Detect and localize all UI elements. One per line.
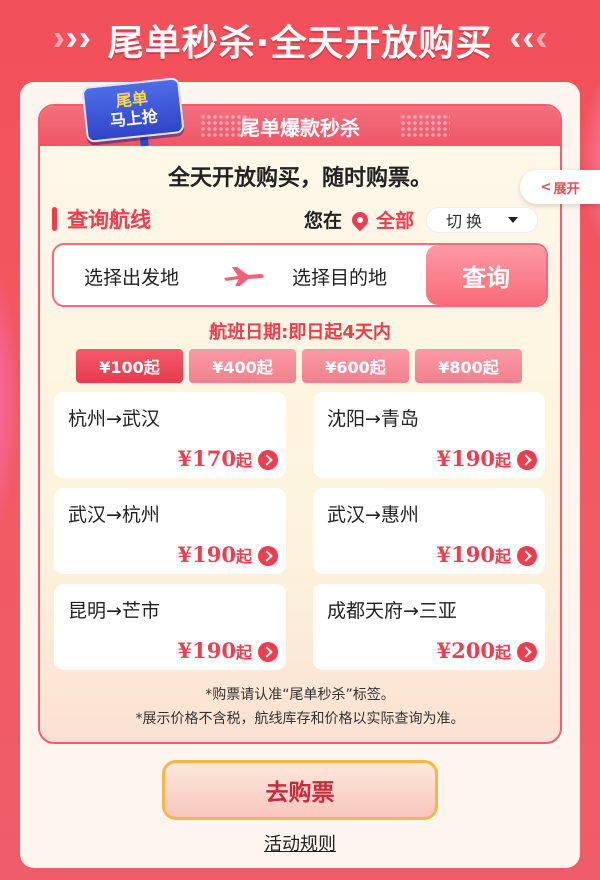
section-marker xyxy=(52,207,57,231)
route-price: ¥190起 xyxy=(436,542,511,567)
departure-field[interactable]: 选择出发地 xyxy=(84,263,179,290)
dot-pattern-decoration xyxy=(400,114,450,138)
route-search-box: 选择出发地 选择目的地 查询 xyxy=(52,243,548,307)
current-city: 全部 xyxy=(376,210,415,232)
route-price: ¥200起 xyxy=(436,638,511,663)
route-price: ¥190起 xyxy=(177,638,252,663)
route-card[interactable]: 成都天府→三亚 ¥200起 xyxy=(313,584,545,670)
grab-now-sticker: 尾单 马上抢 xyxy=(81,77,185,143)
arrow-right-circle-icon xyxy=(258,642,278,662)
price-tab-800[interactable]: ¥800起 xyxy=(415,349,522,383)
query-header: 查询航线 xyxy=(52,204,151,234)
caret-down-icon xyxy=(508,217,518,223)
route-name: 杭州→武汉 xyxy=(68,408,160,430)
price-filter-tabs: ¥100起 ¥400起 ¥600起 ¥800起 xyxy=(76,349,522,383)
search-button[interactable]: 查询 xyxy=(426,245,546,305)
slogan: 全天开放购买，随时购票。 xyxy=(167,166,432,191)
route-price: ¥190起 xyxy=(177,542,252,567)
route-name: 成都天府→三亚 xyxy=(327,600,457,622)
buy-ticket-button[interactable]: 去购票 xyxy=(162,760,438,820)
route-name: 武汉→杭州 xyxy=(68,504,160,526)
you-are-at-label: 您在 xyxy=(304,210,343,232)
double-arrow-left-icon xyxy=(510,33,547,47)
location-pin-icon xyxy=(348,208,372,231)
route-card[interactable]: 武汉→惠州 ¥190起 xyxy=(313,488,545,574)
switch-city-dropdown[interactable]: 切换 xyxy=(426,207,538,233)
header-banner: 尾单秒杀·全天开放购买 xyxy=(0,0,600,80)
price-tab-600[interactable]: ¥600起 xyxy=(302,349,409,383)
arrow-right-circle-icon xyxy=(517,546,537,566)
arrow-right-circle-icon xyxy=(258,450,278,470)
route-card[interactable]: 武汉→杭州 ¥190起 xyxy=(54,488,286,574)
panel-title: 尾单爆款秒杀 xyxy=(240,115,360,140)
ticket-label-note: *购票请认准“尾单秒杀”标签。 xyxy=(205,687,395,703)
double-arrow-right-icon xyxy=(53,33,90,47)
switch-label: 切换 xyxy=(445,212,486,231)
current-location: 您在 全部 xyxy=(304,206,414,233)
banner-title: 尾单秒杀·全天开放购买 xyxy=(107,23,493,64)
arrow-right-circle-icon xyxy=(517,642,537,662)
sticker-line2: 马上抢 xyxy=(109,106,159,131)
route-name: 昆明→芒市 xyxy=(68,600,160,622)
query-title: 查询航线 xyxy=(67,208,151,232)
route-card[interactable]: 沈阳→青岛 ¥190起 xyxy=(313,392,545,478)
price-tab-100[interactable]: ¥100起 xyxy=(76,349,183,383)
route-card[interactable]: 昆明→芒市 ¥190起 xyxy=(54,584,286,670)
flight-date-note: 航班日期:即日起4天内 xyxy=(209,322,391,343)
edge-glow-right xyxy=(580,60,600,260)
price-tab-400[interactable]: ¥400起 xyxy=(189,349,296,383)
route-name: 武汉→惠州 xyxy=(327,504,419,526)
price-disclaimer: *展示价格不含税，航线库存和价格以实际查询为准。 xyxy=(135,711,465,727)
activity-rules-link[interactable]: 活动规则 xyxy=(0,830,600,856)
route-price: ¥170起 xyxy=(177,446,252,471)
airplane-icon xyxy=(224,267,264,286)
arrow-right-circle-icon xyxy=(517,450,537,470)
route-price: ¥190起 xyxy=(436,446,511,471)
route-card[interactable]: 杭州→武汉 ¥170起 xyxy=(54,392,286,478)
route-name: 沈阳→青岛 xyxy=(327,408,419,430)
arrow-right-circle-icon xyxy=(258,546,278,566)
destination-field[interactable]: 选择目的地 xyxy=(292,263,387,290)
edge-glow-left xyxy=(0,250,20,550)
